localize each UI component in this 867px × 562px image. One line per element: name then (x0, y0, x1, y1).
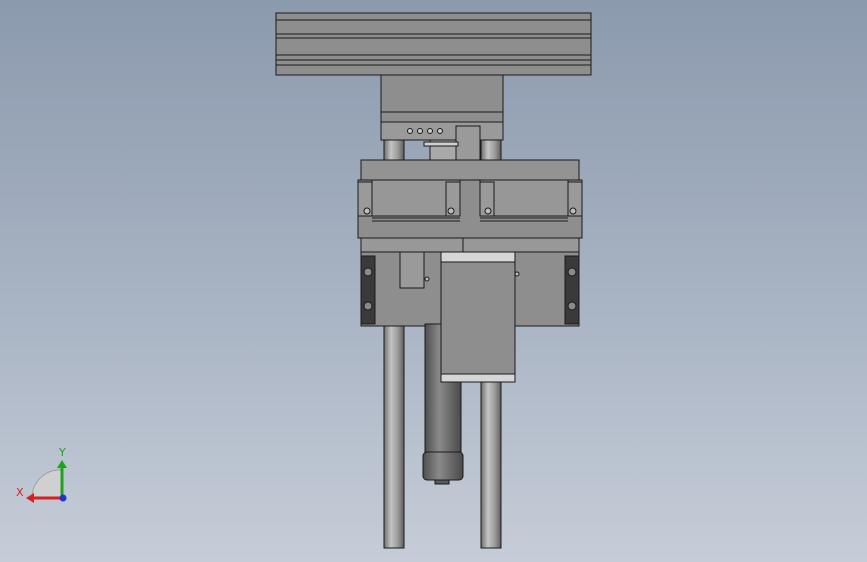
x-axis-label: X (16, 486, 24, 499)
top-rail (275, 12, 592, 76)
cad-viewport (275, 12, 592, 549)
main-housing (357, 159, 583, 253)
left-insert (360, 255, 376, 325)
right-insert (564, 255, 580, 325)
y-axis-label: Y (58, 446, 66, 459)
motor-block (440, 251, 516, 383)
screw-hole (407, 128, 413, 134)
screw-hole (427, 128, 433, 134)
y-axis-head (57, 460, 67, 468)
screw-hole (417, 128, 423, 134)
x-axis-head (26, 493, 34, 503)
screw-hole (437, 128, 443, 134)
orientation-triad: Y X (16, 446, 67, 503)
z-axis-dot (59, 494, 67, 502)
triad-plane (31, 469, 63, 499)
